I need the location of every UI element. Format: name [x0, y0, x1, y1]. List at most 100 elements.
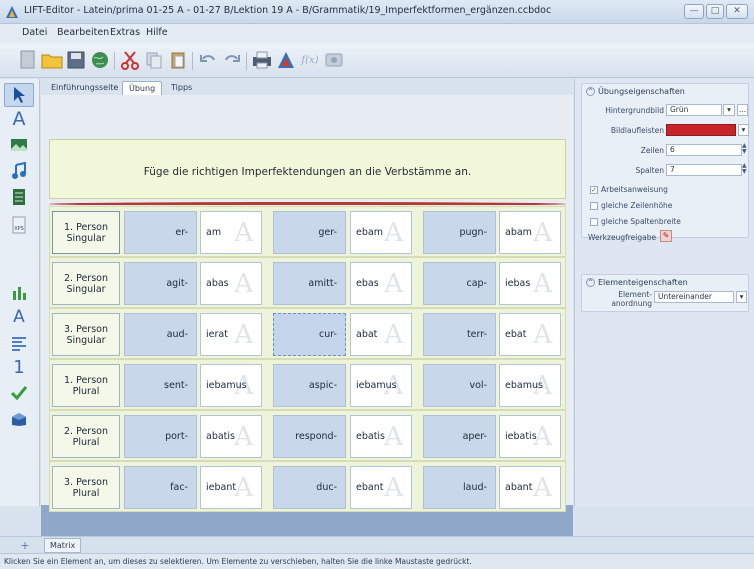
cube-tool-icon[interactable] — [4, 407, 34, 431]
ending-input[interactable]: abas A — [200, 262, 262, 305]
person-label[interactable]: 3. Person Plural — [52, 466, 120, 509]
background-dropdown-icon[interactable]: ▾ — [723, 104, 735, 116]
ending-input[interactable]: ebatis A — [350, 415, 412, 458]
verb-stem-cell[interactable]: port- — [124, 415, 197, 458]
ending-input[interactable]: iebamus A — [350, 364, 412, 407]
ending-input[interactable]: abatis A — [200, 415, 262, 458]
verb-stem-cell[interactable]: ger- — [273, 211, 346, 254]
menu-datei[interactable]: Datei — [22, 27, 47, 38]
select-pointer-icon[interactable] — [4, 83, 34, 107]
save-icon[interactable] — [64, 48, 88, 72]
audio-tool-icon[interactable] — [4, 159, 34, 183]
ending-input[interactable]: am A — [200, 211, 262, 254]
rows-stepper-icon[interactable]: ▲ ▼ — [742, 143, 747, 155]
minimize-button[interactable]: — — [684, 4, 704, 19]
number-tool-icon[interactable]: 1 — [4, 355, 34, 379]
collapse-icon[interactable]: ^ — [586, 87, 595, 96]
tool-release-icon[interactable]: ✎ — [660, 230, 672, 242]
verb-stem-cell[interactable]: duc- — [273, 466, 346, 509]
equal-width-checkbox[interactable] — [590, 218, 598, 226]
exercise-properties-header[interactable]: ^ Übungseigenschaften — [586, 87, 685, 96]
instruction-checkbox[interactable]: ✓ — [590, 186, 598, 194]
background-browse-button[interactable]: ... — [737, 104, 748, 116]
rows-input[interactable]: 6 — [666, 144, 742, 156]
ending-input[interactable]: ebamus A — [499, 364, 561, 407]
chart-tool-icon[interactable] — [4, 281, 34, 305]
instruction-box[interactable]: Füge die richtigen Imperfektendungen an … — [49, 139, 566, 199]
verb-stem-cell[interactable]: sent- — [124, 364, 197, 407]
redo-icon[interactable] — [220, 48, 244, 72]
maximize-button[interactable]: □ — [706, 4, 724, 19]
verb-stem-cell[interactable]: vol- — [423, 364, 496, 407]
verb-stem-cell[interactable]: fac- — [124, 466, 197, 509]
copy-icon[interactable] — [142, 48, 166, 72]
person-label[interactable]: 3. Person Singular — [52, 313, 120, 356]
ending-input[interactable]: ebas A — [350, 262, 412, 305]
print-icon[interactable] — [250, 48, 274, 72]
menu-extras[interactable]: Extras — [110, 27, 140, 38]
text-tool-icon[interactable]: A — [4, 107, 34, 131]
verb-stem-cell[interactable]: aspic- — [273, 364, 346, 407]
menu-bearbeiten[interactable]: Bearbeiten — [57, 27, 109, 38]
menu-hilfe[interactable]: Hilfe — [146, 27, 168, 38]
verb-stem-cell[interactable]: cur- — [273, 313, 346, 356]
tab-matrix[interactable]: Matrix — [44, 538, 82, 553]
text-input-tool-icon[interactable]: A — [4, 305, 34, 329]
ending-input[interactable]: iebant A — [200, 466, 262, 509]
arrangement-dropdown-icon[interactable]: ▾ — [736, 291, 747, 303]
verb-stem-cell[interactable]: aud- — [124, 313, 197, 356]
equal-height-checkbox[interactable] — [590, 202, 598, 210]
media-icon[interactable] — [322, 48, 346, 72]
preview-icon[interactable] — [274, 48, 298, 72]
verb-stem-cell[interactable]: agit- — [124, 262, 197, 305]
person-label[interactable]: 2. Person Singular — [52, 262, 120, 305]
tab-uebung[interactable]: Übung — [122, 81, 163, 95]
ending-input[interactable]: abam A — [499, 211, 561, 254]
ending-input[interactable]: iebamus A — [200, 364, 262, 407]
ending-input[interactable]: iebatis A — [499, 415, 561, 458]
person-label[interactable]: 1. Person Singular — [52, 211, 120, 254]
arrangement-select[interactable]: Untereinander — [654, 291, 734, 303]
web-globe-icon[interactable] — [88, 48, 112, 72]
undo-icon[interactable] — [196, 48, 220, 72]
cols-stepper-icon[interactable]: ▲ ▼ — [742, 163, 747, 175]
table-tool-icon[interactable] — [4, 185, 34, 209]
add-tab-icon[interactable]: + — [18, 539, 32, 552]
close-button[interactable]: ✕ — [726, 4, 748, 19]
verb-stem-cell[interactable]: pugn- — [423, 211, 496, 254]
ending-input[interactable]: ebat A — [499, 313, 561, 356]
cols-input[interactable]: 7 — [666, 164, 742, 176]
formula-icon[interactable]: f(x) — [298, 48, 322, 72]
verb-stem-cell[interactable]: er- — [124, 211, 197, 254]
verb-stem-cell[interactable]: amitt- — [273, 262, 346, 305]
verb-stem-cell[interactable]: respond- — [273, 415, 346, 458]
verb-stem-cell[interactable]: cap- — [423, 262, 496, 305]
cut-icon[interactable] — [118, 48, 142, 72]
ending-input[interactable]: iebas A — [499, 262, 561, 305]
image-tool-icon[interactable] — [4, 133, 34, 157]
tab-einfuehrungsseite[interactable]: Einführungsseite — [45, 81, 124, 95]
ending-input[interactable]: abat A — [350, 313, 412, 356]
scrollbar-color-swatch[interactable] — [666, 124, 736, 136]
ending-input[interactable]: ebam A — [350, 211, 412, 254]
collapse-icon[interactable]: ^ — [586, 278, 595, 287]
paste-icon[interactable] — [166, 48, 190, 72]
element-properties-header[interactable]: ^ Elementeigenschaften — [586, 278, 688, 287]
check-tool-icon[interactable] — [4, 381, 34, 405]
tab-tipps[interactable]: Tipps — [165, 81, 198, 95]
ending-input[interactable]: ebant A — [350, 466, 412, 509]
person-label[interactable]: 1. Person Plural — [52, 364, 120, 407]
new-document-icon[interactable] — [16, 48, 40, 72]
xps-tool-icon[interactable]: XPS — [4, 213, 34, 237]
verb-stem-cell[interactable]: laud- — [423, 466, 496, 509]
verb-stem-cell[interactable]: terr- — [423, 313, 496, 356]
scrollbar-dropdown-icon[interactable]: ▾ — [738, 124, 749, 136]
background-select[interactable]: Grün — [666, 104, 722, 116]
exercise-canvas[interactable]: Füge die richtigen Imperfektendungen an … — [41, 95, 573, 512]
verb-stem-cell[interactable]: aper- — [423, 415, 496, 458]
list-tool-icon[interactable] — [4, 331, 34, 355]
ending-input[interactable]: abant A — [499, 466, 561, 509]
person-label[interactable]: 2. Person Plural — [52, 415, 120, 458]
ending-input[interactable]: ierat A — [200, 313, 262, 356]
open-folder-icon[interactable] — [40, 48, 64, 72]
